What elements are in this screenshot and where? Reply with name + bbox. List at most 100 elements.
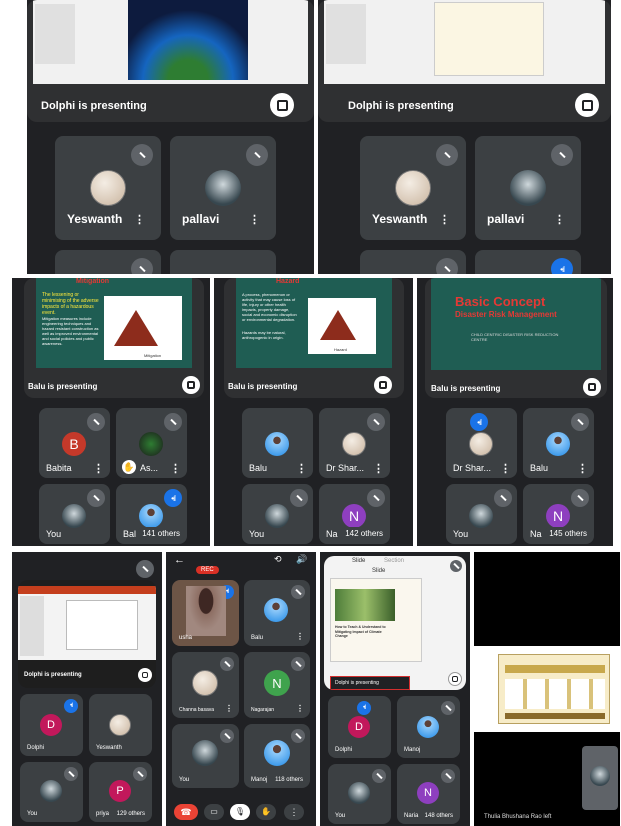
avatar bbox=[205, 170, 241, 206]
more-options-icon[interactable]: ⋮ bbox=[249, 215, 260, 226]
slide-preview bbox=[324, 0, 605, 84]
participant-tile[interactable]: pallavi ⋮ bbox=[170, 136, 276, 240]
participant-tile[interactable]: N Naria 148 others bbox=[397, 764, 460, 824]
participant-tile[interactable]: Balu ⋮ bbox=[244, 580, 310, 646]
participant-tile[interactable]: P priya 129 others bbox=[89, 762, 152, 822]
more-options-icon[interactable]: ⋮ bbox=[373, 464, 384, 475]
fullscreen-icon[interactable] bbox=[182, 376, 200, 394]
presentation-tile[interactable]: Mitigation The lessening or minimising o… bbox=[24, 278, 204, 398]
participant-tile[interactable]: N Na 145 others bbox=[523, 484, 594, 544]
mic-toggle-button[interactable]: 🎙 bbox=[230, 804, 250, 820]
fullscreen-icon[interactable] bbox=[270, 93, 294, 117]
more-options-icon[interactable]: ⋮ bbox=[296, 633, 304, 641]
fullscreen-icon[interactable] bbox=[583, 378, 601, 396]
participant-tile[interactable]: N Nagarajan ⋮ bbox=[244, 652, 310, 718]
participant-tile[interactable]: Balu ⋮ bbox=[242, 408, 313, 478]
mic-off-icon bbox=[131, 144, 153, 166]
participant-tile[interactable]: Manoj 118 others bbox=[244, 724, 310, 788]
participant-tile[interactable] bbox=[55, 250, 161, 274]
presentation-tile[interactable]: Hazard A process, phenomenon or activity… bbox=[224, 278, 404, 398]
participant-tile[interactable]: You bbox=[242, 484, 313, 544]
back-icon[interactable]: ← bbox=[174, 554, 185, 566]
raise-hand-button[interactable]: ✋ bbox=[256, 804, 276, 820]
participant-tile[interactable] bbox=[360, 250, 466, 274]
more-options-icon[interactable]: ⋮ bbox=[134, 215, 145, 226]
participant-tile[interactable]: Channa basava ⋮ bbox=[172, 652, 239, 718]
others-count[interactable]: 118 others bbox=[272, 776, 306, 784]
presentation-tile[interactable]: Basic Concept Disaster Risk Management C… bbox=[425, 278, 607, 398]
more-options-icon[interactable]: ⋮ bbox=[439, 215, 450, 226]
participant-tile[interactable]: •ıl Bal 141 others bbox=[116, 484, 187, 544]
screenshot-1: Dolphi is presenting Yeswanth ⋮ pallavi … bbox=[27, 0, 314, 274]
mic-off-icon bbox=[220, 729, 234, 743]
mic-off-icon bbox=[494, 489, 512, 507]
others-count[interactable]: 142 others bbox=[340, 527, 388, 540]
participant-tile[interactable]: B Babita ⋮ bbox=[39, 408, 110, 478]
participant-tile[interactable]: You bbox=[39, 484, 110, 544]
fullscreen-icon[interactable] bbox=[374, 376, 392, 394]
fullscreen-icon[interactable] bbox=[575, 93, 599, 117]
more-options-icon[interactable]: ⋮ bbox=[577, 464, 588, 475]
more-options-icon[interactable]: ⋮ bbox=[93, 464, 104, 475]
more-options-icon[interactable]: ⋮ bbox=[225, 705, 233, 713]
avatar bbox=[139, 504, 163, 528]
more-options-icon[interactable]: ⋮ bbox=[500, 464, 511, 475]
participant-tile[interactable]: Balu ⋮ bbox=[523, 408, 594, 478]
camera-off-button[interactable]: ▭ bbox=[204, 804, 224, 820]
presentation-tile[interactable]: Slide Section Slide How to Teach & Under… bbox=[324, 556, 466, 690]
presentation-tile[interactable]: Dolphi is presenting bbox=[318, 0, 611, 122]
participant-name: Balu bbox=[249, 463, 268, 473]
participant-tile[interactable]: You bbox=[172, 724, 239, 788]
mic-off-icon bbox=[87, 489, 105, 507]
participant-tile[interactable]: You bbox=[446, 484, 517, 544]
switch-camera-icon[interactable]: ⟲ bbox=[274, 554, 282, 565]
others-count[interactable]: 129 others bbox=[113, 810, 148, 818]
more-options-icon[interactable]: ⋮ bbox=[296, 705, 304, 713]
participant-tile[interactable]: You bbox=[20, 762, 83, 822]
others-count[interactable]: 141 others bbox=[137, 527, 185, 540]
tab-slide-2[interactable]: Slide bbox=[372, 568, 385, 574]
tab-section[interactable]: Section bbox=[384, 558, 404, 564]
fullscreen-icon[interactable] bbox=[448, 672, 462, 686]
participant-tile[interactable]: N Na 142 others bbox=[319, 484, 390, 544]
participant-tile[interactable]: ✋ As... ⋮ bbox=[116, 408, 187, 478]
participant-tile[interactable]: Dr Shar... ⋮ bbox=[319, 408, 390, 478]
more-options-icon[interactable]: ⋮ bbox=[296, 464, 307, 475]
others-count[interactable]: 148 others bbox=[421, 812, 456, 820]
participant-tile[interactable]: You bbox=[328, 764, 391, 824]
participant-tile[interactable]: •ıl D Dolphi bbox=[328, 696, 391, 758]
slide-preview: Mitigation The lessening or minimising o… bbox=[36, 278, 192, 368]
avatar bbox=[265, 504, 289, 528]
participant-tile[interactable]: Yeswanth bbox=[89, 694, 152, 756]
end-call-button[interactable]: ☎ bbox=[174, 804, 198, 820]
self-view-tile[interactable] bbox=[582, 746, 618, 810]
mic-off-icon bbox=[372, 769, 386, 783]
more-options-icon[interactable]: ⋮ bbox=[284, 804, 304, 820]
avatar bbox=[264, 598, 288, 622]
participant-tile[interactable]: Manoj bbox=[397, 696, 460, 758]
participant-name: pallavi bbox=[487, 212, 525, 226]
participant-name: Dolphi bbox=[335, 747, 353, 753]
presentation-tile[interactable]: Dolphi is presenting bbox=[18, 580, 156, 688]
footprint-slide bbox=[66, 600, 138, 650]
participant-tile[interactable]: •ıl usha bbox=[172, 580, 239, 646]
more-options-icon[interactable]: ⋮ bbox=[170, 464, 181, 475]
others-count[interactable]: 145 others bbox=[544, 527, 592, 540]
more-options-icon[interactable]: ⋮ bbox=[554, 215, 565, 226]
participant-tile[interactable]: •ıl Dr Shar... ⋮ bbox=[446, 408, 517, 478]
avatar bbox=[590, 766, 610, 786]
participant-tile[interactable]: pallavi ⋮ bbox=[475, 136, 581, 240]
participant-tile[interactable]: Yeswanth ⋮ bbox=[360, 136, 466, 240]
avatar bbox=[192, 670, 218, 696]
participant-tile[interactable] bbox=[170, 250, 276, 274]
raise-hand-icon: ✋ bbox=[122, 460, 136, 474]
speaker-icon[interactable]: 🔊 bbox=[296, 554, 307, 565]
participant-tile[interactable]: Yeswanth ⋮ bbox=[55, 136, 161, 240]
participant-name: Yeswanth bbox=[372, 212, 428, 226]
presentation-tile[interactable]: Dolphi is presenting bbox=[27, 0, 314, 122]
tab-slide[interactable]: Slide bbox=[352, 558, 365, 564]
participant-tile[interactable]: •ıl bbox=[475, 250, 581, 274]
participant-name: Dolphi bbox=[27, 745, 45, 751]
participant-tile[interactable]: •ıl D Dolphi bbox=[20, 694, 83, 756]
fullscreen-icon[interactable] bbox=[138, 668, 152, 682]
